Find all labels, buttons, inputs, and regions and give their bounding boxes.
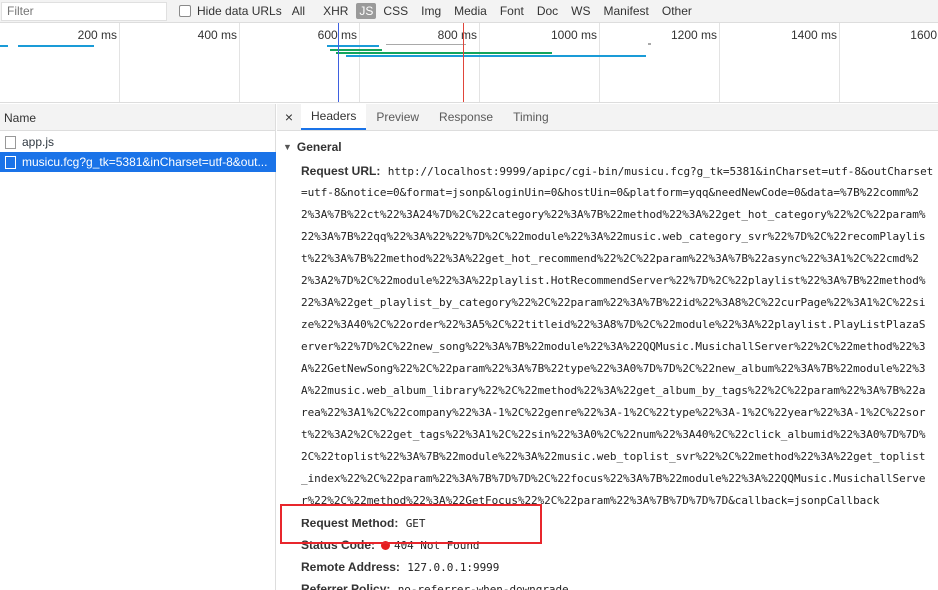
overview-tick-label: 800 ms: [437, 28, 477, 42]
referrer-policy-label: Referrer Policy:: [301, 582, 391, 590]
overview-request-bar: [327, 45, 379, 47]
request-url-value: rea%22%3A1%2C%22company%22%3A-1%2C%22gen…: [301, 406, 926, 419]
overview-gridline: [119, 23, 120, 102]
close-icon[interactable]: ×: [277, 104, 301, 130]
detail-tabs: × Headers Preview Response Timing: [277, 104, 938, 131]
type-filter-manifest[interactable]: Manifest: [602, 3, 651, 19]
remote-address-value: 127.0.0.1:9999: [407, 561, 500, 574]
network-filter-toolbar: Hide data URLs All XHR JS CSS Img Media …: [0, 0, 938, 23]
request-row-app-js[interactable]: app.js: [0, 132, 276, 152]
request-name: musicu.fcg?g_tk=5381&inCharset=utf-8&out…: [22, 155, 268, 169]
overview-tick-label: 600 ms: [317, 28, 357, 42]
type-filter-xhr[interactable]: XHR: [321, 3, 350, 19]
type-filter-js[interactable]: JS: [356, 3, 377, 19]
remote-address-label: Remote Address:: [301, 560, 400, 574]
status-highlight-box: [280, 504, 542, 544]
request-url-value: _index%22%2C%22param%22%3A%7B%7D%7D%2C%2…: [301, 472, 926, 485]
overview-gridline: [839, 23, 840, 102]
tab-response[interactable]: Response: [429, 104, 503, 130]
overview-tick-label: 1000 ms: [550, 28, 597, 42]
type-filter-doc[interactable]: Doc: [535, 3, 560, 19]
type-filter-other[interactable]: Other: [660, 3, 694, 19]
request-url-label: Request URL:: [301, 164, 381, 178]
request-url-value: 22%3A%7B%22qq%22%3A%22%22%7D%2C%22module…: [301, 230, 926, 243]
type-filter-img[interactable]: Img: [419, 3, 443, 19]
hide-data-urls-checkbox[interactable]: [179, 5, 191, 17]
hide-data-urls-toggle[interactable]: Hide data URLs: [179, 4, 282, 18]
overview-gridline: [359, 23, 360, 102]
file-icon: [5, 155, 16, 169]
type-filter-ws[interactable]: WS: [569, 3, 592, 19]
hide-data-urls-label: Hide data URLs: [197, 4, 282, 18]
request-url-value: t%22%3A%7B%22method%22%3A%22get_hot_reco…: [301, 252, 919, 265]
request-url-value: erver%22%7D%2C%22new_song%22%3A%7B%22mod…: [301, 340, 926, 353]
filter-input[interactable]: [1, 1, 167, 21]
overview-tick-label: 1400 ms: [790, 28, 837, 42]
request-url-value: =utf-8&notice=0&format=jsonp&loginUin=0&…: [301, 186, 919, 199]
request-url-value: 22%3A%22get_playlist_by_category%22%2C%2…: [301, 296, 926, 309]
type-filter-css[interactable]: CSS: [381, 3, 410, 19]
request-url-value: 2%3A%7B%22ct%22%3A24%7D%2C%22category%22…: [301, 208, 926, 221]
tab-preview[interactable]: Preview: [366, 104, 429, 130]
request-url-value: ze%22%3A40%2C%22order%22%3A5%2C%22titlei…: [301, 318, 926, 331]
network-overview-timeline[interactable]: 200 ms 400 ms 600 ms 800 ms 1000 ms 1200…: [0, 23, 938, 103]
request-url-value: 2%3A2%7D%2C%22module%22%3A%22playlist.Ho…: [301, 274, 926, 287]
overview-request-bar: [386, 44, 466, 45]
general-section-title: General: [296, 140, 342, 154]
tab-headers[interactable]: Headers: [301, 104, 367, 130]
overview-tick-label: 200 ms: [77, 28, 117, 42]
type-filter-all[interactable]: All: [290, 3, 307, 19]
file-icon: [5, 135, 16, 149]
overview-gridline: [719, 23, 720, 102]
dom-content-loaded-marker: [338, 23, 339, 102]
overview-request-bar: [648, 43, 651, 45]
overview-request-bar: [346, 55, 646, 57]
overview-request-bar: [0, 45, 8, 47]
request-row-musicu[interactable]: musicu.fcg?g_tk=5381&inCharset=utf-8&out…: [0, 152, 276, 172]
general-section-toggle[interactable]: ▼ General: [283, 140, 342, 154]
triangle-down-icon: ▼: [283, 142, 292, 152]
request-url-value: t%22%3A2%2C%22get_tags%22%3A1%2C%22sin%2…: [301, 428, 926, 441]
overview-gridline: [239, 23, 240, 102]
type-filter-font[interactable]: Font: [498, 3, 526, 19]
overview-gridline: [479, 23, 480, 102]
request-url-value: A%22GetNewSong%22%2C%22param%22%3A%7B%22…: [301, 362, 926, 375]
referrer-policy-value: no-referrer-when-downgrade: [397, 583, 569, 590]
type-filter-media[interactable]: Media: [452, 3, 489, 19]
request-url-value: http://localhost:9999/apipc/cgi-bin/musi…: [387, 165, 934, 178]
overview-tick-label: 1200 ms: [670, 28, 717, 42]
request-name: app.js: [22, 135, 55, 149]
request-url-value: 2C%22toplist%22%3A%7B%22module%22%3A%22m…: [301, 450, 926, 463]
tab-timing[interactable]: Timing: [503, 104, 559, 130]
headers-panel: ▼ General Request URL: http://localhost:…: [277, 131, 938, 590]
request-url-value: A%22music.web_album_library%22%2C%22meth…: [301, 384, 926, 397]
overview-request-bar: [18, 45, 94, 47]
request-list: app.js musicu.fcg?g_tk=5381&inCharset=ut…: [0, 131, 276, 590]
overview-request-bar: [336, 52, 552, 54]
overview-tick-label: 1600: [910, 28, 937, 42]
load-event-marker: [463, 23, 464, 102]
overview-gridline: [599, 23, 600, 102]
name-column-header[interactable]: Name: [0, 104, 276, 131]
overview-tick-label: 400 ms: [197, 28, 237, 42]
